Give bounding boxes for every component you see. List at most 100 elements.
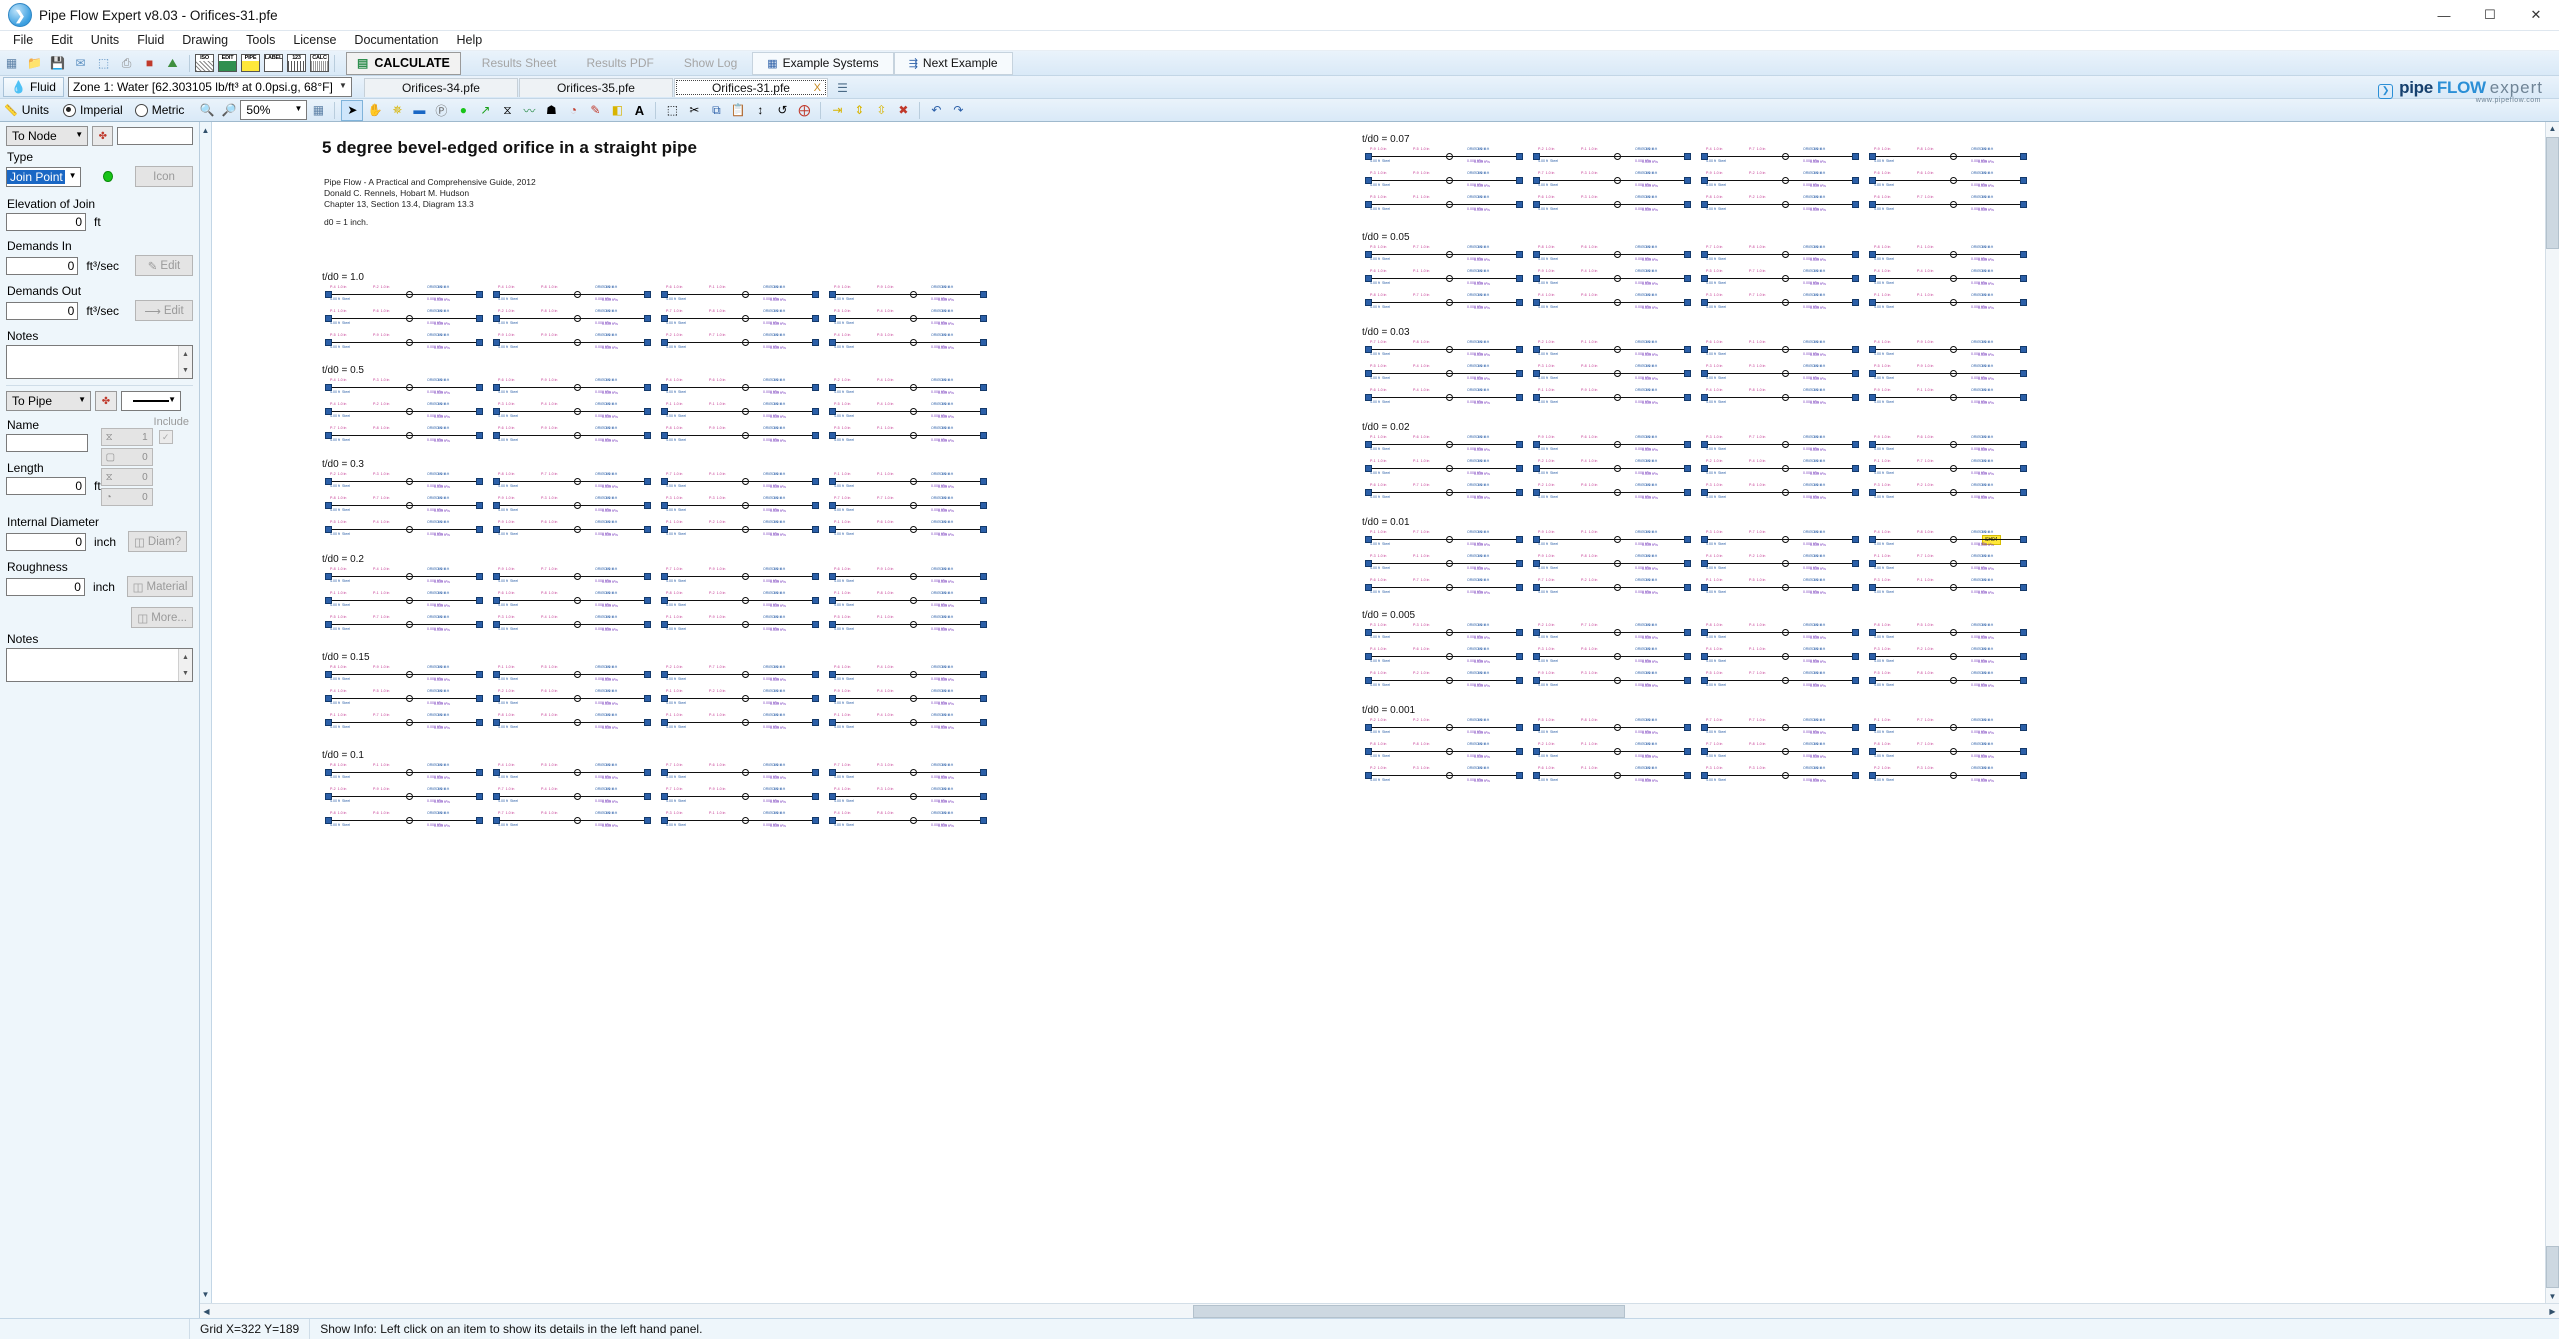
orifice-symbol[interactable]: [574, 502, 581, 509]
pipe-line[interactable]: [1704, 444, 1854, 445]
tank-node[interactable]: [1852, 536, 1859, 543]
pipe-line[interactable]: [328, 772, 478, 773]
menu-units[interactable]: Units: [82, 31, 128, 50]
orifice-symbol[interactable]: [1782, 275, 1789, 282]
scroll-up-icon[interactable]: ▲: [199, 124, 212, 137]
tank-node[interactable]: [1852, 677, 1859, 684]
tank-node[interactable]: [476, 573, 483, 580]
pipe-line[interactable]: [496, 772, 646, 773]
distribute-icon[interactable]: ⇳: [871, 101, 891, 120]
tank-node[interactable]: [1516, 441, 1523, 448]
pipe-line[interactable]: [1368, 373, 1518, 374]
pipe-line[interactable]: [664, 796, 814, 797]
orifice-symbol[interactable]: [910, 817, 917, 824]
select-region-icon[interactable]: ⬚: [662, 101, 682, 120]
tank-node[interactable]: [2020, 677, 2027, 684]
demands-out-edit-button[interactable]: ⟶ Edit: [135, 300, 193, 321]
orifice-symbol[interactable]: [1950, 465, 1957, 472]
controls-count-button[interactable]: ◔ 0: [101, 488, 153, 506]
paste-icon[interactable]: 📋: [728, 101, 748, 120]
tank-node[interactable]: [1516, 465, 1523, 472]
pipe-line[interactable]: [1872, 349, 2022, 350]
orifice-symbol[interactable]: [1446, 772, 1453, 779]
pipe-line[interactable]: [1368, 632, 1518, 633]
tank-node[interactable]: [1684, 153, 1691, 160]
orifice-symbol[interactable]: [910, 291, 917, 298]
orifice-symbol[interactable]: [1446, 201, 1453, 208]
tank-node[interactable]: [980, 432, 987, 439]
pipe-line[interactable]: [664, 435, 814, 436]
orifice-symbol[interactable]: [406, 621, 413, 628]
tank-node[interactable]: [812, 526, 819, 533]
orifice-symbol[interactable]: [1446, 489, 1453, 496]
locate-pipe-icon[interactable]: ✤: [95, 391, 117, 411]
orifice-symbol[interactable]: [574, 695, 581, 702]
pipe-line[interactable]: [832, 796, 982, 797]
orifice-symbol[interactable]: [1950, 653, 1957, 660]
orifice-symbol[interactable]: [1446, 177, 1453, 184]
pipe-line[interactable]: [1536, 204, 1686, 205]
node-name-input[interactable]: [117, 127, 193, 145]
to-node-select[interactable]: To Node ▼: [6, 126, 88, 146]
orifice-symbol[interactable]: [1950, 536, 1957, 543]
orifice-symbol[interactable]: [1446, 465, 1453, 472]
components-count-button[interactable]: ▢ 0: [101, 448, 153, 466]
pipe-line[interactable]: [832, 624, 982, 625]
pipe-line[interactable]: [328, 294, 478, 295]
pipe-line[interactable]: [1872, 204, 2022, 205]
horizontal-scrollbar[interactable]: ◀ ▶: [200, 1303, 2559, 1318]
pipe-line[interactable]: [1704, 302, 1854, 303]
orifice-symbol[interactable]: [1446, 299, 1453, 306]
tank-node[interactable]: [1516, 275, 1523, 282]
orifice-symbol[interactable]: [1950, 346, 1957, 353]
orifice-symbol[interactable]: [1614, 441, 1621, 448]
tank-node[interactable]: [476, 384, 483, 391]
tank-node[interactable]: [1684, 275, 1691, 282]
tank-node[interactable]: [1516, 748, 1523, 755]
tank-node[interactable]: [2020, 153, 2027, 160]
tank-node[interactable]: [812, 291, 819, 298]
pipe-line[interactable]: [1872, 727, 2022, 728]
pipe-line[interactable]: [1368, 587, 1518, 588]
join-point-icon[interactable]: ●: [453, 101, 473, 120]
tank-node[interactable]: [1516, 201, 1523, 208]
pipe-line[interactable]: [1704, 180, 1854, 181]
pipe-line[interactable]: [1368, 492, 1518, 493]
orifice-symbol[interactable]: [1614, 299, 1621, 306]
pipe-line[interactable]: [1368, 156, 1518, 157]
tank-node[interactable]: [644, 793, 651, 800]
orifice-symbol[interactable]: [574, 339, 581, 346]
elevation-input[interactable]: 0: [6, 213, 86, 231]
menu-help[interactable]: Help: [448, 31, 492, 50]
tank-node[interactable]: [644, 573, 651, 580]
tank-node[interactable]: [476, 502, 483, 509]
pipe-line[interactable]: [664, 698, 814, 699]
pipe-line[interactable]: [496, 722, 646, 723]
pipe-line[interactable]: [1536, 492, 1686, 493]
tank-node[interactable]: [980, 478, 987, 485]
export-image-icon[interactable]: ⬚: [94, 54, 113, 73]
pipe-line[interactable]: [1536, 727, 1686, 728]
orifice-symbol[interactable]: [1950, 724, 1957, 731]
tank-node[interactable]: [1684, 251, 1691, 258]
tank-node[interactable]: [2020, 629, 2027, 636]
pipe-line[interactable]: [1872, 587, 2022, 588]
orifice-symbol[interactable]: [1950, 560, 1957, 567]
orifice-symbol[interactable]: [742, 793, 749, 800]
tank-node[interactable]: [812, 817, 819, 824]
tank-node[interactable]: [644, 526, 651, 533]
tank-node[interactable]: [1852, 251, 1859, 258]
pipe-line[interactable]: [664, 820, 814, 821]
tank-node[interactable]: [1684, 346, 1691, 353]
orifice-symbol[interactable]: [1614, 677, 1621, 684]
undo-icon[interactable]: ↶: [926, 101, 946, 120]
zoom-out-icon[interactable]: 🔍: [197, 101, 217, 120]
component-icon[interactable]: ◧: [607, 101, 627, 120]
tank-node[interactable]: [1684, 370, 1691, 377]
orifice-symbol[interactable]: [1446, 653, 1453, 660]
orifice-symbol[interactable]: [742, 769, 749, 776]
tank-node[interactable]: [476, 671, 483, 678]
pipe-line[interactable]: [1368, 680, 1518, 681]
tank-node[interactable]: [476, 793, 483, 800]
orifice-symbol[interactable]: [910, 671, 917, 678]
